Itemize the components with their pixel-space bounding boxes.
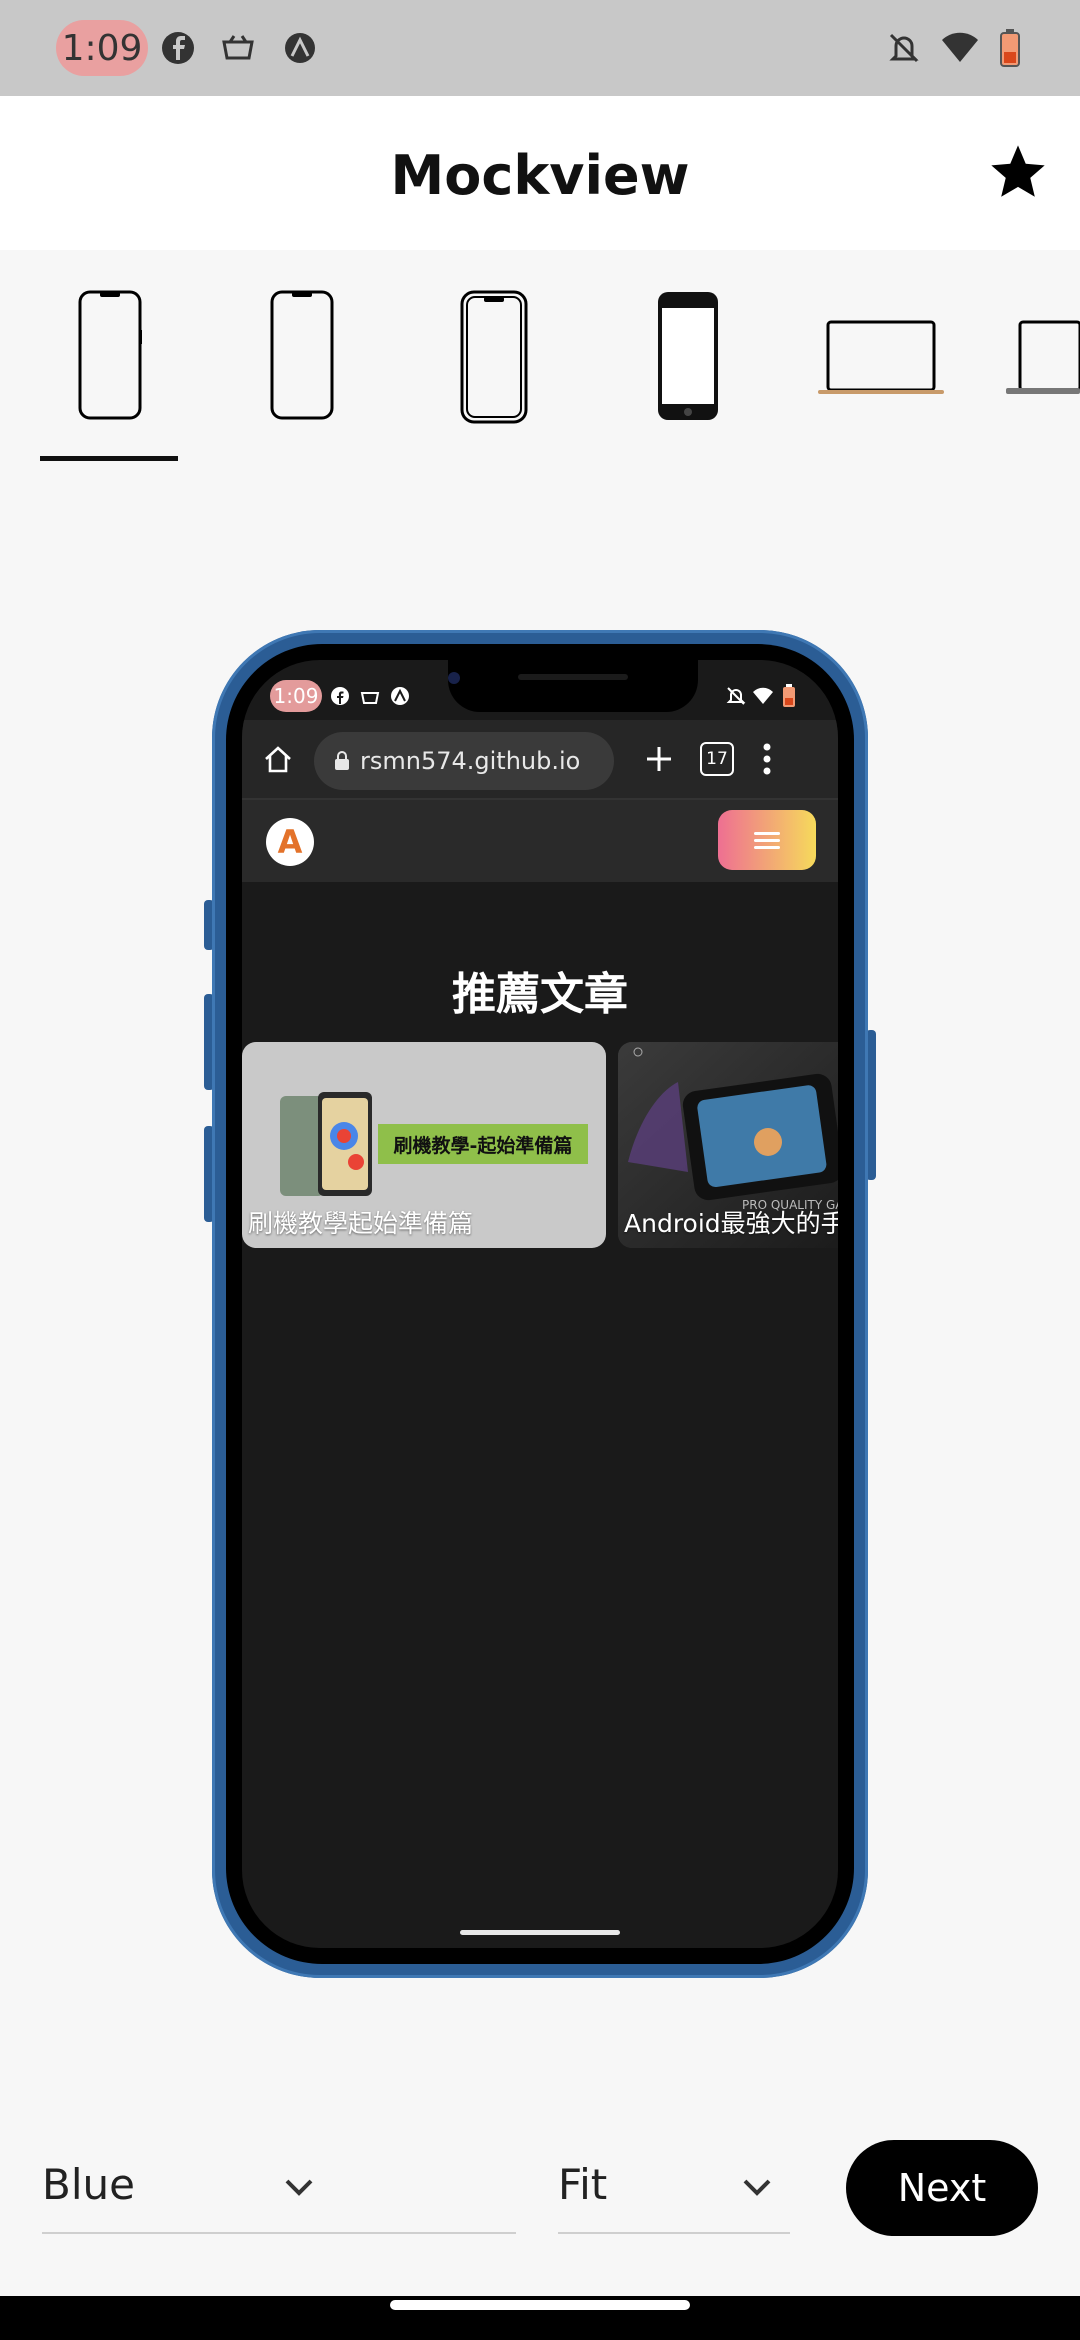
tab-switcher-button[interactable]: 17 (700, 742, 734, 776)
status-bar: 1:09 (0, 0, 1080, 96)
star-icon[interactable] (986, 140, 1050, 204)
app-title: Mockview (390, 144, 690, 207)
store-icon (218, 28, 258, 68)
color-select-value: Blue (42, 2160, 135, 2209)
mock-home-indicator (460, 1930, 620, 1935)
color-select-underline (42, 2232, 516, 2234)
facebook-icon (158, 28, 198, 68)
store-icon (360, 692, 380, 704)
app-icon (280, 28, 320, 68)
device-laptop-partial[interactable] (1006, 320, 1080, 404)
app-icon (391, 687, 409, 705)
home-icon[interactable] (262, 744, 294, 776)
app-bar: Mockview (0, 96, 1080, 250)
device-selected-indicator (40, 456, 178, 461)
wifi-icon (753, 687, 773, 704)
mock-browser-toolbar: rsmn574.github.io 17 (242, 720, 838, 800)
device-phone-classic[interactable] (656, 290, 720, 426)
device-mockup-preview: 1:09 rsmn574.github.io 17 A 推薦文章 刷機教學-起始… (204, 630, 876, 1978)
device-phone-notch-2[interactable] (270, 290, 334, 424)
status-time: 1:09 (56, 20, 148, 76)
speaker-grill (518, 674, 628, 680)
mock-status-time: 1:09 (270, 680, 322, 712)
card-banner: 刷機教學-起始準備篇 (378, 1124, 588, 1164)
phone-thumbnail-image (280, 1092, 372, 1196)
card-title: Android最強大的手 (624, 1209, 838, 1238)
device-selector (0, 250, 1080, 470)
mockup-screen: 1:09 rsmn574.github.io 17 A 推薦文章 刷機教學-起始… (242, 660, 838, 1948)
front-camera (448, 672, 460, 684)
site-logo[interactable]: A (266, 818, 314, 866)
article-card[interactable]: 刷機教學-起始準備篇 刷機教學起始準備篇 (242, 1042, 606, 1248)
lock-icon (335, 751, 349, 770)
new-tab-plus-icon[interactable] (644, 744, 674, 774)
notch (448, 660, 698, 712)
facebook-icon (331, 687, 349, 705)
dnd-bell-off-icon (726, 687, 746, 705)
device-phone-notch-3[interactable] (460, 290, 528, 428)
dnd-bell-off-icon (884, 28, 924, 68)
fit-select-value: Fit (558, 2160, 608, 2209)
chevron-down-icon (285, 2179, 313, 2196)
more-options-icon[interactable] (762, 742, 772, 776)
gesture-handle[interactable] (390, 2300, 690, 2310)
battery-low-icon (783, 684, 795, 707)
mock-url-text: rsmn574.github.io (360, 747, 581, 775)
mock-status-bar: 1:09 (242, 660, 838, 720)
chevron-down-icon (743, 2179, 771, 2196)
article-card[interactable]: PRO QUALITY GA Android最強大的手 (618, 1042, 838, 1248)
fit-select-underline (558, 2232, 790, 2234)
mock-site-header: A (242, 800, 838, 882)
mock-url-field[interactable]: rsmn574.github.io (314, 732, 614, 790)
next-button[interactable]: Next (846, 2140, 1038, 2236)
section-title: 推薦文章 (452, 969, 628, 1020)
device-phone-notch-1[interactable] (78, 290, 142, 424)
card-title: 刷機教學起始準備篇 (248, 1209, 474, 1238)
hamburger-menu-button[interactable] (718, 810, 816, 870)
battery-low-icon (990, 28, 1030, 68)
wifi-icon (940, 28, 980, 68)
device-laptop[interactable] (818, 320, 944, 404)
